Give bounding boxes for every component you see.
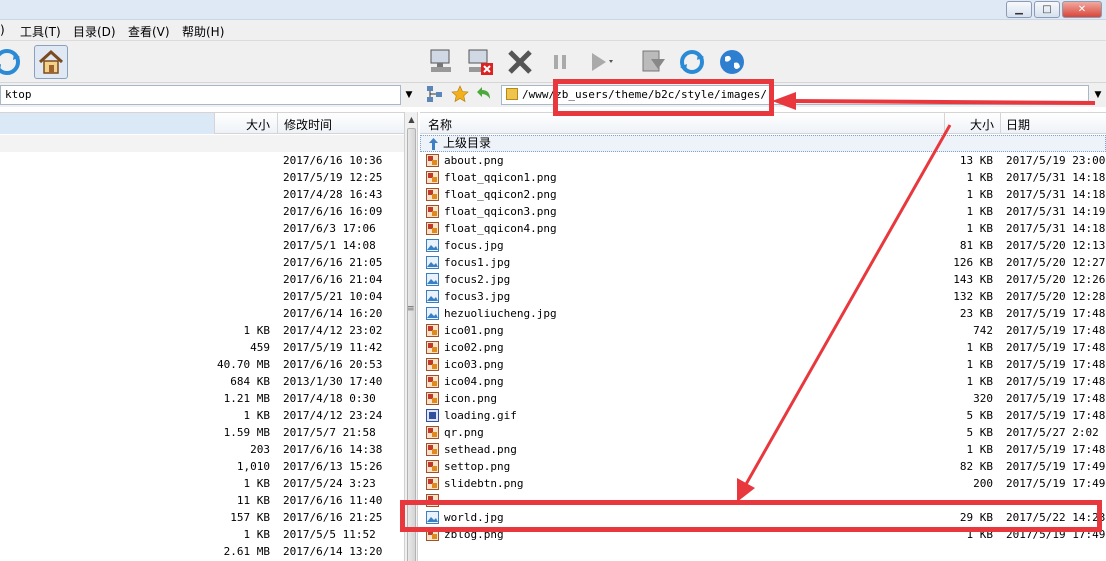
annotation-arrow-to-file [737, 124, 952, 502]
annotation-box-path [553, 79, 774, 116]
annotation-arrow-to-path [772, 92, 1096, 110]
annotation-box-world-jpg [400, 500, 1102, 532]
